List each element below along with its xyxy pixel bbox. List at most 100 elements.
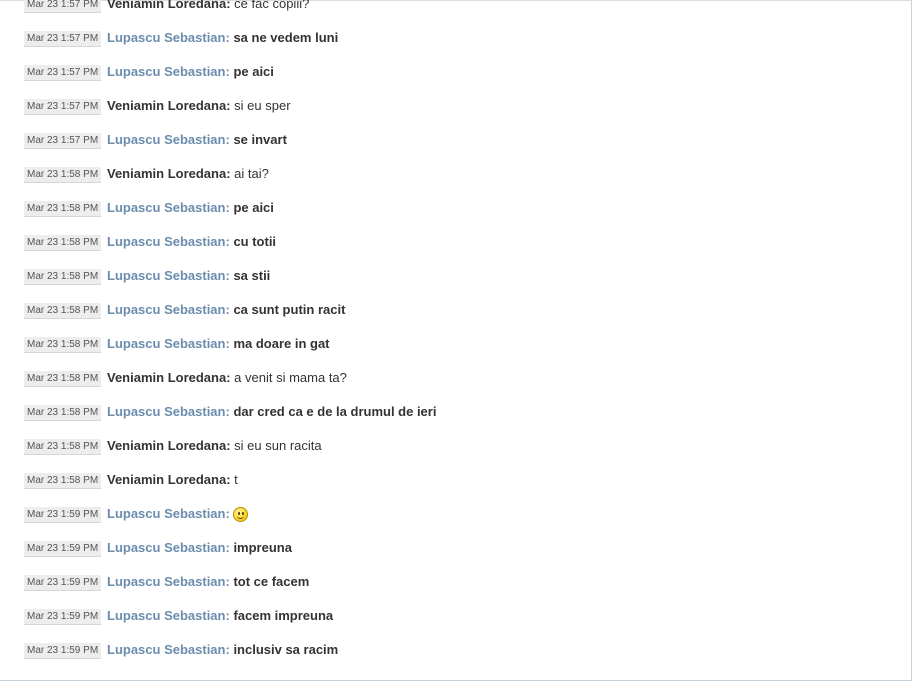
chat-message-row: Mar 23 1:58 PM Veniamin Loredana: ai tai? [0, 161, 911, 195]
message-text: cu totii [233, 234, 277, 249]
chat-message-row: Mar 23 1:58 PM Veniamin Loredana: si eu s… [0, 433, 911, 467]
sender-name-self[interactable]: Lupascu Sebastian: [107, 234, 230, 249]
message-text: sa stii [233, 268, 271, 283]
message-timestamp: Mar 23 1:58 PM [24, 337, 102, 353]
message-text: ma doare in gat [233, 336, 330, 351]
sender-name-self[interactable]: Lupascu Sebastian: [107, 302, 230, 317]
sender-name-contact[interactable]: Veniamin Loredana: [107, 98, 231, 113]
sender-name-contact[interactable]: Veniamin Loredana: [107, 0, 231, 11]
message-timestamp: Mar 23 1:59 PM [24, 609, 102, 625]
message-timestamp: Mar 23 1:58 PM [24, 405, 102, 421]
message-text: a venit si mama ta? [234, 370, 347, 385]
sender-name-self[interactable]: Lupascu Sebastian: [107, 506, 230, 521]
message-text: inclusiv sa racim [233, 642, 339, 657]
message-line: Lupascu Sebastian: impreuna [107, 539, 292, 557]
message-line: Lupascu Sebastian: tot ce facem [107, 573, 309, 591]
chat-message-row: Mar 23 1:57 PM Lupascu Sebastian: pe aici [0, 59, 911, 93]
sender-name-self[interactable]: Lupascu Sebastian: [107, 64, 230, 79]
message-line: Lupascu Sebastian: se invart [107, 131, 287, 149]
message-timestamp: Mar 23 1:57 PM [24, 133, 102, 149]
sender-name-contact[interactable]: Veniamin Loredana: [107, 438, 231, 453]
chat-message-row: Mar 23 1:58 PM Lupascu Sebastian: cu toti… [0, 229, 911, 263]
message-timestamp: Mar 23 1:59 PM [24, 643, 102, 659]
message-text: ca sunt putin racit [233, 302, 346, 317]
message-text: si eu sun racita [234, 438, 322, 453]
message-timestamp: Mar 23 1:58 PM [24, 201, 102, 217]
chat-message-row: Mar 23 1:59 PM Lupascu Sebastian: impreun… [0, 535, 911, 569]
message-text: pe aici [233, 200, 274, 215]
message-timestamp: Mar 23 1:57 PM [24, 0, 102, 13]
message-text: tot ce facem [233, 574, 310, 589]
message-text: ai tai? [234, 166, 269, 181]
chat-message-row: Mar 23 1:57 PM Veniamin Loredana: ce fac … [0, 0, 911, 25]
message-line: Lupascu Sebastian: ma doare in gat [107, 335, 330, 353]
message-line: Lupascu Sebastian: facem impreuna [107, 607, 333, 625]
message-line: Veniamin Loredana: si eu sun racita [107, 437, 322, 455]
message-line: Lupascu Sebastian: sa ne vedem luni [107, 29, 338, 47]
message-text: dar cred ca e de la drumul de ieri [233, 404, 437, 419]
message-text: ce fac copiii? [234, 0, 310, 11]
sender-name-self[interactable]: Lupascu Sebastian: [107, 404, 230, 419]
message-line: Veniamin Loredana: t [107, 471, 238, 489]
message-line: Lupascu Sebastian: ca sunt putin racit [107, 301, 345, 319]
message-timestamp: Mar 23 1:58 PM [24, 167, 102, 183]
sender-name-contact[interactable]: Veniamin Loredana: [107, 166, 231, 181]
message-timestamp: Mar 23 1:58 PM [24, 473, 102, 489]
chat-message-row: Mar 23 1:58 PM Lupascu Sebastian: sa stii [0, 263, 911, 297]
message-timestamp: Mar 23 1:59 PM [24, 507, 102, 523]
message-line: Lupascu Sebastian: pe aici [107, 199, 274, 217]
sender-name-self[interactable]: Lupascu Sebastian: [107, 30, 230, 45]
message-line: Lupascu Sebastian: [107, 505, 249, 523]
message-line: Veniamin Loredana: ce fac copiii? [107, 0, 309, 13]
chat-message-row: Mar 23 1:58 PM Lupascu Sebastian: ca sunt… [0, 297, 911, 331]
message-line: Lupascu Sebastian: inclusiv sa racim [107, 641, 338, 659]
sender-name-self[interactable]: Lupascu Sebastian: [107, 574, 230, 589]
sender-name-self[interactable]: Lupascu Sebastian: [107, 540, 230, 555]
chat-message-row: Mar 23 1:57 PM Lupascu Sebastian: se inva… [0, 127, 911, 161]
chat-log[interactable]: Mar 23 1:57 PM Veniamin Loredana: ce fac … [0, 0, 911, 671]
sender-name-contact[interactable]: Veniamin Loredana: [107, 370, 231, 385]
message-line: Lupascu Sebastian: cu totii [107, 233, 276, 251]
sender-name-self[interactable]: Lupascu Sebastian: [107, 132, 230, 147]
message-line: Veniamin Loredana: ai tai? [107, 165, 269, 183]
sender-name-self[interactable]: Lupascu Sebastian: [107, 642, 230, 657]
message-line: Veniamin Loredana: si eu sper [107, 97, 291, 115]
message-timestamp: Mar 23 1:58 PM [24, 439, 102, 455]
sender-name-self[interactable]: Lupascu Sebastian: [107, 336, 230, 351]
message-timestamp: Mar 23 1:59 PM [24, 575, 102, 591]
sender-name-self[interactable]: Lupascu Sebastian: [107, 200, 230, 215]
message-text: facem impreuna [233, 608, 334, 623]
chat-message-row: Mar 23 1:58 PM Veniamin Loredana: a venit… [0, 365, 911, 399]
sender-name-self[interactable]: Lupascu Sebastian: [107, 608, 230, 623]
message-text: t [234, 472, 238, 487]
sender-name-self[interactable]: Lupascu Sebastian: [107, 268, 230, 283]
message-line: Lupascu Sebastian: pe aici [107, 63, 274, 81]
message-timestamp: Mar 23 1:59 PM [24, 541, 102, 557]
chat-message-row: Mar 23 1:59 PM Lupascu Sebastian: [0, 501, 911, 535]
chat-message-row: Mar 23 1:57 PM Veniamin Loredana: si eu s… [0, 93, 911, 127]
chat-message-row: Mar 23 1:59 PM Lupascu Sebastian: tot ce … [0, 569, 911, 603]
message-timestamp: Mar 23 1:58 PM [24, 303, 102, 319]
message-line: Veniamin Loredana: a venit si mama ta? [107, 369, 347, 387]
message-timestamp: Mar 23 1:58 PM [24, 269, 102, 285]
message-line: Lupascu Sebastian: sa stii [107, 267, 270, 285]
message-text: se invart [233, 132, 287, 147]
chat-message-row: Mar 23 1:58 PM Lupascu Sebastian: dar cre… [0, 399, 911, 433]
message-timestamp: Mar 23 1:58 PM [24, 371, 102, 387]
message-timestamp: Mar 23 1:57 PM [24, 31, 102, 47]
message-text: si eu sper [234, 98, 291, 113]
smiley-icon [233, 507, 249, 522]
sender-name-contact[interactable]: Veniamin Loredana: [107, 472, 231, 487]
message-text: sa ne vedem luni [233, 30, 339, 45]
chat-message-row: Mar 23 1:58 PM Lupascu Sebastian: ma doar… [0, 331, 911, 365]
message-text: pe aici [233, 64, 274, 79]
message-text: impreuna [233, 540, 292, 555]
chat-message-row: Mar 23 1:59 PM Lupascu Sebastian: inclusi… [0, 637, 911, 671]
chat-message-row: Mar 23 1:58 PM Veniamin Loredana: t [0, 467, 911, 501]
chat-window: Mar 23 1:57 PM Veniamin Loredana: ce fac … [0, 0, 912, 681]
chat-message-row: Mar 23 1:58 PM Lupascu Sebastian: pe aici [0, 195, 911, 229]
message-timestamp: Mar 23 1:57 PM [24, 99, 102, 115]
message-timestamp: Mar 23 1:58 PM [24, 235, 102, 251]
message-line: Lupascu Sebastian: dar cred ca e de la d… [107, 403, 436, 421]
message-timestamp: Mar 23 1:57 PM [24, 65, 102, 81]
